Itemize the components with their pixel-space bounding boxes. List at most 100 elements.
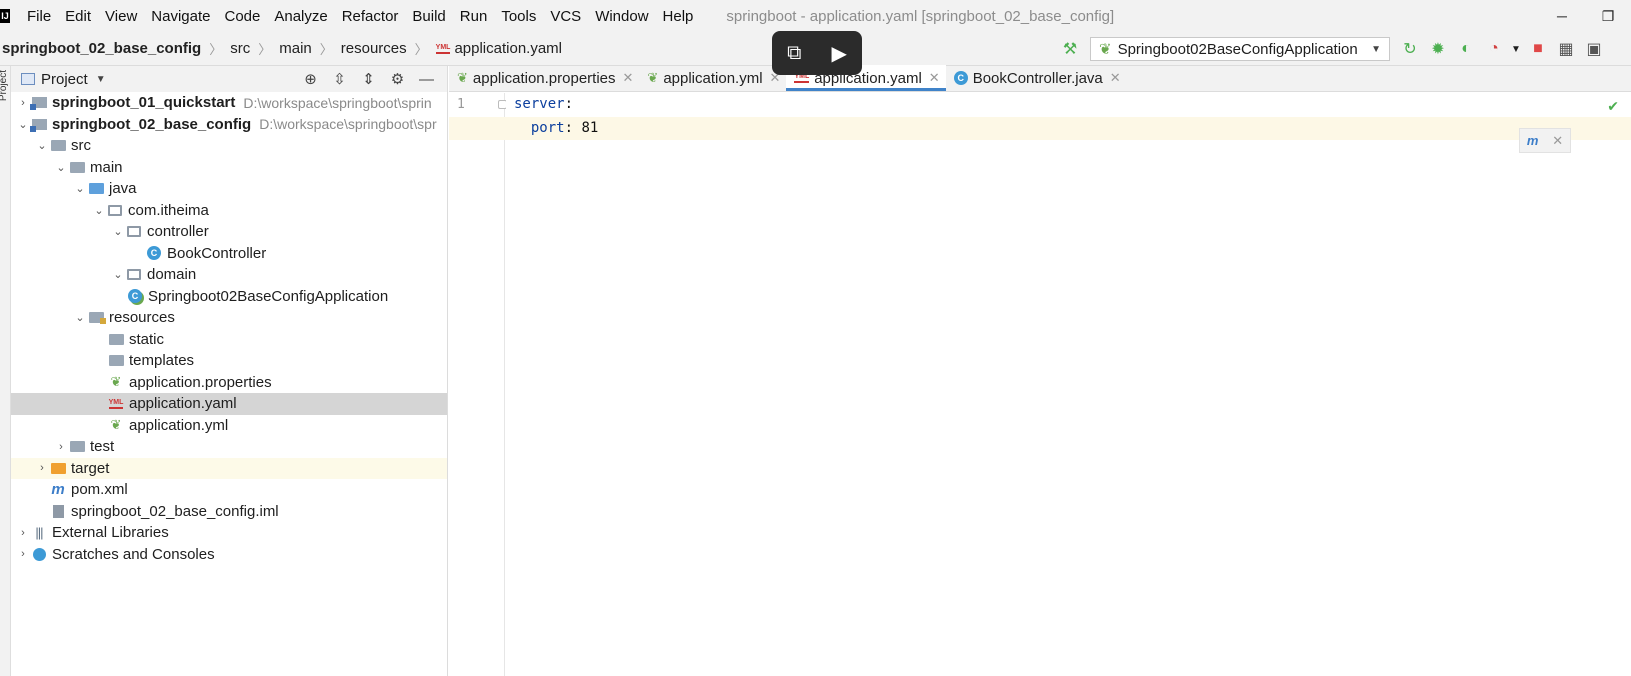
chevron-down-icon[interactable]: ⌄ — [72, 182, 88, 195]
editor-gutter: 1 2 — [449, 93, 507, 676]
chevron-down-icon[interactable]: ⌄ — [91, 204, 107, 217]
spring-yaml-icon: ❦ — [647, 70, 659, 85]
tree-item-label: test — [90, 438, 115, 456]
tree-item-domain[interactable]: ⌄ domain — [11, 264, 447, 286]
project-pane-title[interactable]: Project — [41, 71, 88, 88]
tree-item-com-itheima[interactable]: ⌄ com.itheima — [11, 200, 447, 222]
chevron-down-icon[interactable]: ⌄ — [34, 139, 50, 152]
stop-icon[interactable]: ■ — [1524, 40, 1552, 58]
folder-icon — [69, 160, 85, 174]
chevron-down-icon[interactable]: ⌄ — [72, 311, 88, 324]
chevron-right-icon[interactable]: › — [15, 548, 31, 560]
chevron-right-icon[interactable]: › — [15, 527, 31, 539]
tree-item-label: Springboot02BaseConfigApplication — [148, 287, 389, 305]
tab-bookcontroller-java[interactable]: C BookController.java ✕ — [946, 65, 1127, 91]
code-editor[interactable]: server: port: 81 — [449, 93, 1631, 676]
tree-item-external-libraries[interactable]: › ||| External Libraries — [11, 522, 447, 544]
scratches-icon — [31, 547, 47, 561]
close-icon[interactable]: ✕ — [623, 70, 634, 86]
gear-icon[interactable]: ⚙ — [383, 70, 412, 88]
tree-item-scratches[interactable]: › Scratches and Consoles — [11, 544, 447, 566]
close-icon[interactable]: ✕ — [929, 70, 940, 86]
tree-item-application-yaml[interactable]: YML application.yaml — [11, 393, 447, 415]
tree-item-label: com.itheima — [128, 201, 209, 219]
project-structure-icon[interactable]: ▦ — [1552, 39, 1580, 59]
expand-all-icon[interactable]: ⇳ — [325, 70, 354, 88]
menu-build[interactable]: Build — [405, 0, 452, 32]
chevron-right-icon[interactable]: › — [53, 441, 69, 453]
exit-pip-icon[interactable]: ⧉ — [787, 42, 801, 65]
minimize-button[interactable]: ─ — [1539, 0, 1585, 32]
menu-window[interactable]: Window — [588, 0, 655, 32]
breadcrumb-main[interactable]: main — [275, 40, 316, 57]
coverage-icon[interactable]: ◐ — [1452, 40, 1480, 58]
tree-item-src[interactable]: ⌄ src — [11, 135, 447, 157]
tree-item-resources[interactable]: ⌄ resources — [11, 307, 447, 329]
yaml-file-icon: YML — [108, 397, 124, 411]
menu-tools[interactable]: Tools — [494, 0, 543, 32]
video-sparkle-icon[interactable]: ▶ — [832, 41, 847, 66]
tree-item-target[interactable]: › target — [11, 457, 447, 479]
menu-file[interactable]: File — [20, 0, 58, 32]
intellij-logo-icon: IJ — [0, 9, 10, 23]
project-tool-window: Project ▼ ⊕ ⇳ ⇕ ⚙ — › springboot_01_quic… — [11, 66, 448, 676]
build-hammer-icon[interactable]: ⚒ — [1056, 39, 1084, 59]
breadcrumb-src[interactable]: src — [226, 40, 254, 57]
menu-code[interactable]: Code — [217, 0, 267, 32]
breadcrumb-file[interactable]: YML application.yaml — [432, 40, 566, 57]
run-configuration-selector[interactable]: ❦ Springboot02BaseConfigApplication ▼ — [1090, 37, 1390, 61]
tree-item-springboot-01-quickstart[interactable]: › springboot_01_quickstart D:\workspace\… — [11, 92, 447, 114]
collapse-all-icon[interactable]: ⇕ — [354, 70, 383, 88]
menu-refactor[interactable]: Refactor — [335, 0, 406, 32]
tree-item-application-yml[interactable]: ❦ application.yml — [11, 415, 447, 437]
tree-item-label: main — [90, 158, 123, 176]
tree-item-application-properties[interactable]: ❦ application.properties — [11, 372, 447, 394]
presentation-icon[interactable]: ▣ — [1580, 39, 1608, 59]
tree-item-test[interactable]: › test — [11, 436, 447, 458]
tree-item-static[interactable]: static — [11, 329, 447, 351]
tree-item-main[interactable]: ⌄ main — [11, 157, 447, 179]
menu-help[interactable]: Help — [656, 0, 701, 32]
hide-icon[interactable]: — — [412, 71, 441, 88]
tree-item-java[interactable]: ⌄ java — [11, 178, 447, 200]
menu-edit[interactable]: Edit — [58, 0, 98, 32]
source-folder-icon — [88, 182, 104, 196]
menu-navigate[interactable]: Navigate — [144, 0, 217, 32]
tree-item-springboot-02-base-config[interactable]: ⌄ springboot_02_base_config D:\workspace… — [11, 114, 447, 136]
chevron-down-icon[interactable]: ⌄ — [110, 225, 126, 238]
tree-item-label: controller — [147, 223, 209, 241]
chevron-down-icon[interactable]: ▼ — [96, 74, 106, 85]
maven-reload-icon[interactable]: m — [1527, 133, 1539, 148]
maven-icon: m — [51, 481, 65, 499]
breadcrumb-separator: 〉 — [414, 42, 428, 57]
no-problems-check-icon[interactable]: ✔ — [1607, 98, 1619, 115]
floating-video-controls: ⧉ ▶ — [772, 31, 862, 75]
tree-item-templates[interactable]: templates — [11, 350, 447, 372]
chevron-down-icon[interactable]: ⌄ — [53, 161, 69, 174]
menu-view[interactable]: View — [98, 0, 144, 32]
tab-application-yml[interactable]: ❦ application.yml ✕ — [639, 65, 786, 91]
locate-target-icon[interactable]: ⊕ — [296, 70, 325, 88]
profiler-icon[interactable]: ◔ — [1480, 40, 1508, 58]
tree-item-label: Scratches and Consoles — [52, 545, 215, 563]
chevron-down-icon[interactable]: ⌄ — [110, 268, 126, 281]
rerun-icon[interactable]: ↻ — [1396, 39, 1424, 59]
tree-item-controller[interactable]: ⌄ controller — [11, 221, 447, 243]
chevron-down-icon[interactable]: ▼ — [1508, 44, 1524, 55]
breadcrumb-project[interactable]: springboot_02_base_config — [0, 40, 205, 57]
chevron-right-icon[interactable]: › — [34, 462, 50, 474]
close-icon[interactable]: ✕ — [1552, 133, 1563, 149]
tree-item-pom-xml[interactable]: m pom.xml — [11, 479, 447, 501]
tree-item-iml-file[interactable]: springboot_02_base_config.iml — [11, 501, 447, 523]
menu-analyze[interactable]: Analyze — [267, 0, 334, 32]
tab-application-properties[interactable]: ❦ application.properties ✕ — [449, 65, 639, 91]
menu-run[interactable]: Run — [453, 0, 495, 32]
restore-button[interactable]: ❐ — [1585, 0, 1631, 32]
debug-bug-icon[interactable]: ✹ — [1424, 39, 1452, 59]
breadcrumb-resources[interactable]: resources — [337, 40, 411, 57]
yaml-file-icon: YML — [435, 44, 451, 54]
close-icon[interactable]: ✕ — [1110, 70, 1121, 86]
tree-item-application-class[interactable]: C Springboot02BaseConfigApplication — [11, 286, 447, 308]
tree-item-bookcontroller[interactable]: C BookController — [11, 243, 447, 265]
menu-vcs[interactable]: VCS — [543, 0, 588, 32]
